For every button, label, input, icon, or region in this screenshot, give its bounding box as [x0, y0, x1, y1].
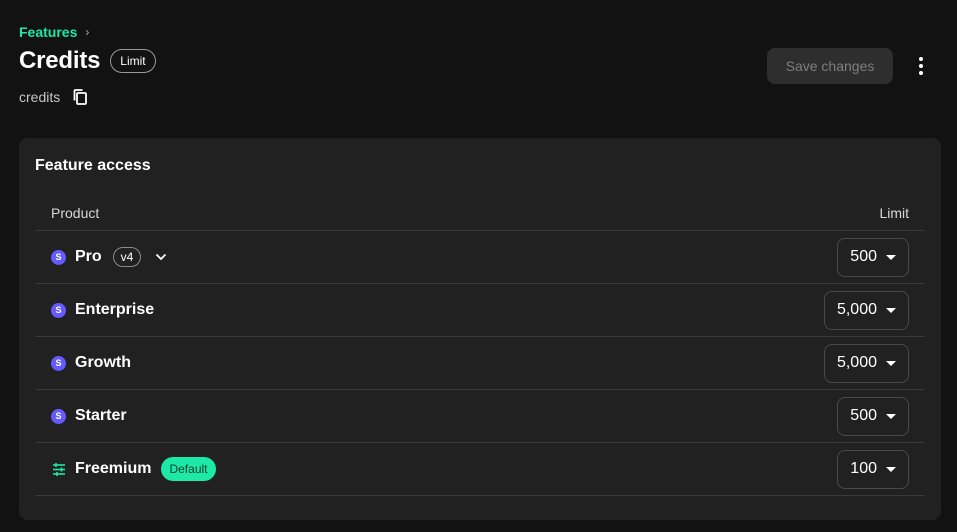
feature-id-text: credits [19, 89, 61, 105]
version-badge: v4 [112, 247, 142, 267]
limit-value: 5,000 [836, 354, 877, 371]
table-row: S Pro v4 500 [35, 231, 925, 284]
product-name: Starter [75, 407, 127, 424]
limit-select[interactable]: 100 [837, 449, 909, 489]
breadcrumb: Features › [19, 24, 89, 40]
title-row: Credits Limit [19, 47, 156, 75]
limit-select[interactable]: 500 [837, 237, 909, 277]
limit-value: 100 [850, 460, 877, 477]
stripe-icon: S [51, 302, 66, 318]
breadcrumb-separator: › [85, 25, 90, 39]
product-name: Enterprise [75, 301, 155, 318]
breadcrumb-features-link[interactable]: Features [19, 24, 77, 40]
product-cell: S Growth [51, 354, 131, 372]
chevron-down-icon[interactable] [152, 248, 170, 266]
product-name: Freemium [75, 460, 152, 477]
limit-value: 500 [850, 248, 877, 265]
caret-down-icon [886, 413, 896, 419]
feature-access-table: Product Limit S Pro v4 500 S Enterprise … [35, 196, 925, 496]
limit-select[interactable]: 5,000 [823, 343, 909, 383]
table-row: S Starter 500 [35, 390, 925, 443]
stripe-icon: S [51, 408, 66, 424]
copy-icon[interactable] [70, 87, 90, 107]
feature-access-card: Feature access Product Limit S Pro v4 50… [19, 138, 941, 520]
table-row: S Growth 5,000 [35, 337, 925, 390]
product-cell: Freemium Default [51, 457, 216, 481]
default-badge: Default [161, 457, 216, 481]
save-changes-button[interactable]: Save changes [767, 48, 893, 84]
feature-type-badge: Limit [110, 49, 156, 73]
limit-value: 5,000 [836, 301, 877, 318]
caret-down-icon [886, 360, 896, 366]
more-options-icon[interactable] [908, 53, 934, 79]
limit-select[interactable]: 500 [837, 396, 909, 436]
sliders-icon [51, 462, 66, 477]
product-cell: S Pro v4 [51, 247, 170, 267]
stripe-icon: S [51, 249, 66, 265]
table-header: Product Limit [35, 196, 925, 231]
column-header-product: Product [51, 205, 100, 221]
caret-down-icon [886, 307, 896, 313]
product-cell: S Starter [51, 407, 127, 425]
caret-down-icon [886, 254, 896, 260]
product-name: Growth [75, 354, 131, 371]
caret-down-icon [886, 466, 896, 472]
page: Features › Credits Limit credits Save ch… [0, 0, 957, 532]
column-header-limit: Limit [879, 205, 909, 221]
limit-value: 500 [850, 407, 877, 424]
product-name: Pro [75, 248, 102, 265]
product-cell: S Enterprise [51, 301, 154, 319]
stripe-icon: S [51, 355, 66, 371]
feature-id-row: credits [19, 87, 90, 107]
table-row: Freemium Default 100 [35, 443, 925, 496]
limit-select[interactable]: 5,000 [823, 290, 909, 330]
page-title: Credits [19, 47, 101, 74]
table-row: S Enterprise 5,000 [35, 284, 925, 337]
card-title: Feature access [35, 157, 151, 174]
